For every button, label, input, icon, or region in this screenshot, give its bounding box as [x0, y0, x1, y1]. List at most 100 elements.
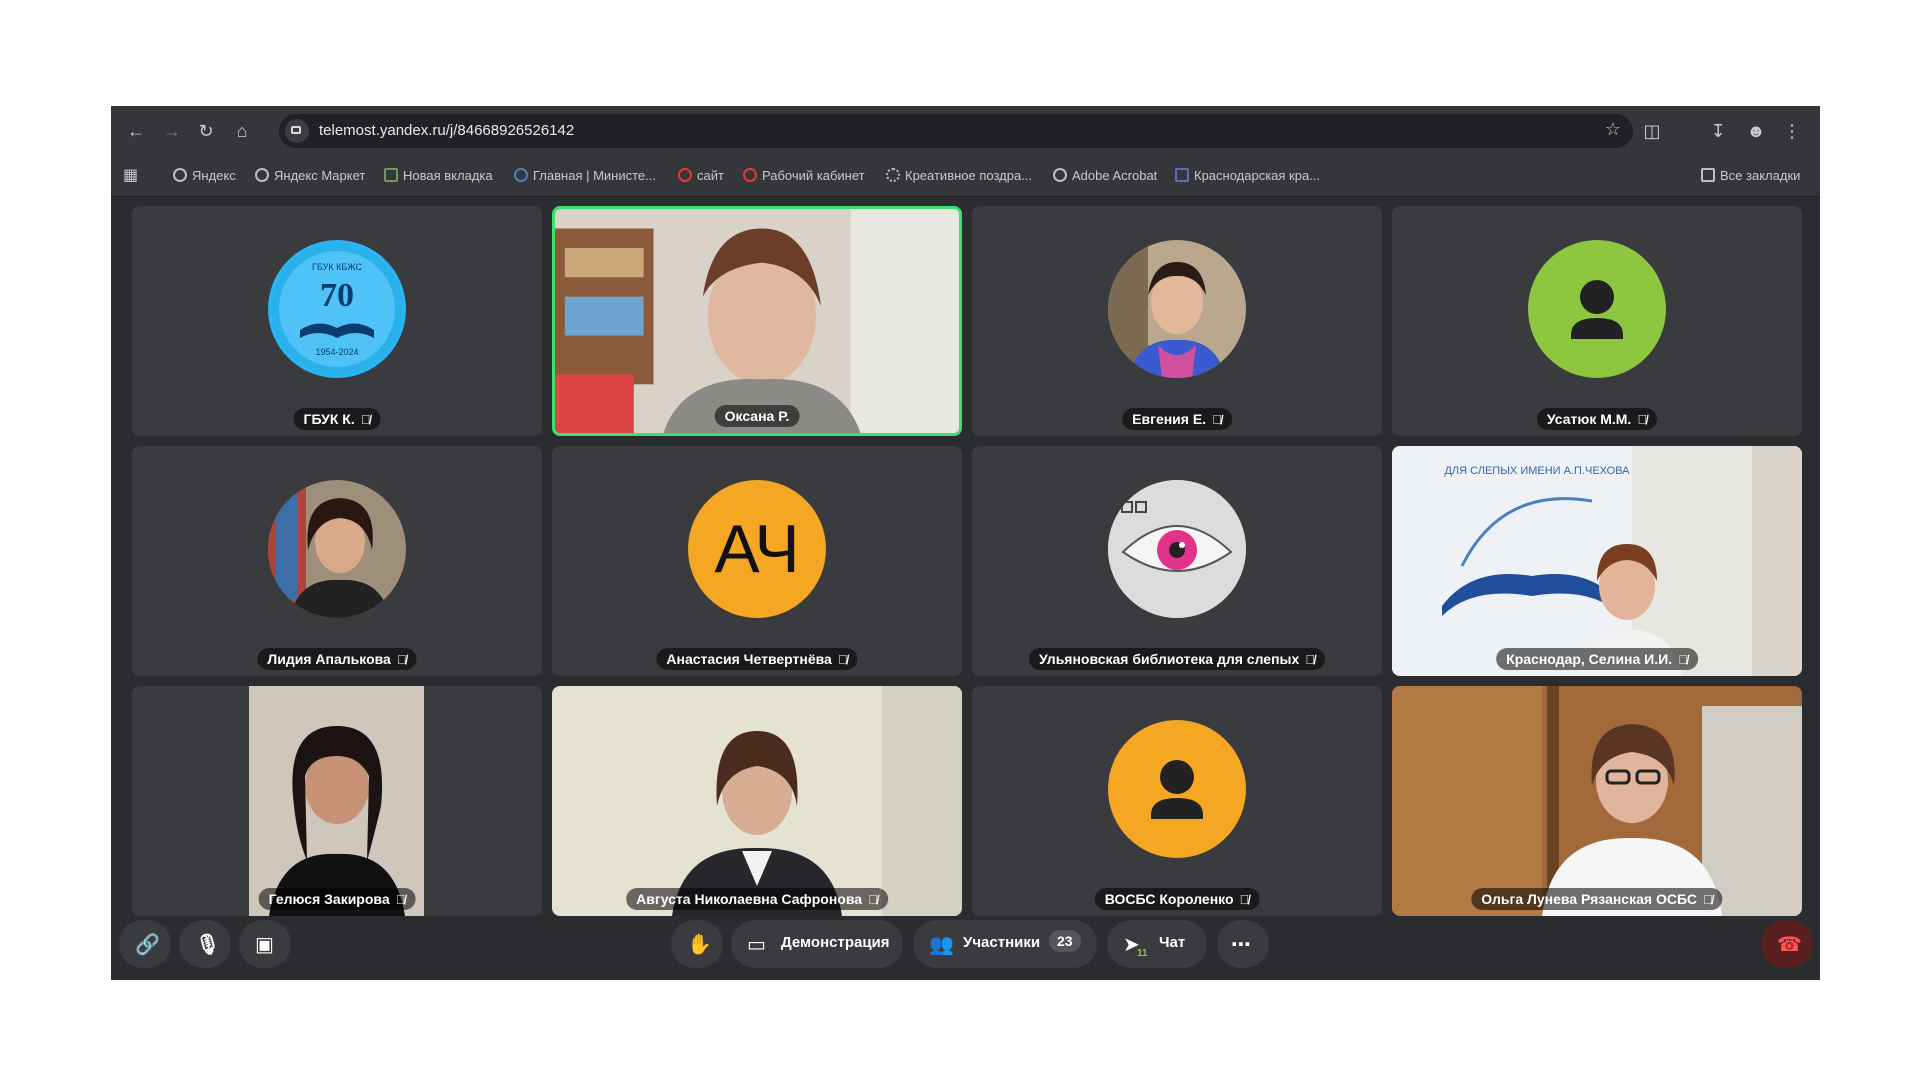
browser-window: ← → ↻ ⌂ telemost.yandex.ru/j/84668926526… — [111, 106, 1820, 980]
participant-name-tag: Ульяновская библиотека для слепых 🎙̸ — [1028, 648, 1326, 670]
url-text: telemost.yandex.ru/j/84668926526142 — [319, 122, 575, 139]
participant-name: Гелюся Закирова — [268, 891, 390, 907]
more-dots-icon: ⋯ — [1231, 934, 1251, 956]
video-feed — [552, 686, 962, 916]
screen-share-button[interactable]: ▭ Демонстрация — [731, 920, 903, 968]
chat-label: Чат — [1159, 934, 1186, 951]
participant-name-tag: Усатюк М.М. 🎙̸ — [1536, 408, 1658, 430]
participant-name: Ольга Лунева Рязанская ОСБС — [1481, 891, 1697, 907]
site-info-icon[interactable] — [285, 119, 309, 143]
participant-tile[interactable]: Усатюк М.М. 🎙̸ — [1392, 206, 1802, 436]
copy-link-button[interactable]: 🔗 — [119, 920, 171, 968]
screen-icon: ▭ — [747, 934, 766, 956]
avatar-initials-text: АЧ — [714, 511, 800, 587]
participant-tile[interactable]: ВОСБС Короленко 🎙̸ — [972, 686, 1382, 916]
raise-hand-button[interactable]: ✋ — [671, 920, 723, 968]
bookmark-creative[interactable]: Креативное поздра... — [886, 168, 1032, 183]
participant-tile-speaking[interactable]: Оксана Р. — [552, 206, 962, 436]
video-feed — [1392, 686, 1802, 916]
mic-muted-icon: 🎙̸ — [1678, 652, 1688, 667]
bookmark-label: Adobe Acrobat — [1072, 168, 1158, 183]
chat-button[interactable]: ➤ 11 Чат — [1107, 920, 1207, 968]
mic-muted-icon: 🎙̸ — [1702, 892, 1713, 907]
participant-name: ГБУК К. — [303, 411, 355, 427]
participant-name-tag: Гелюся Закирова 🎙̸ — [258, 888, 416, 910]
avatar-default — [1528, 240, 1666, 378]
participants-count-badge: 23 — [1049, 930, 1081, 952]
participant-tile[interactable]: Ульяновская библиотека для слепых 🎙̸ — [972, 446, 1382, 676]
logo-years: 1954-2024 — [315, 347, 358, 357]
participant-tile[interactable]: АЧ Анастасия Четвертнёва 🎙̸ — [552, 446, 962, 676]
mic-muted-icon: 🎙̸ — [396, 652, 407, 667]
user-icon — [1151, 760, 1203, 819]
participant-name-tag: Анастасия Четвертнёва 🎙̸ — [656, 648, 858, 670]
address-bar[interactable]: telemost.yandex.ru/j/84668926526142 ☆ — [279, 114, 1633, 148]
mic-muted-icon: 🎙̸ — [1305, 652, 1316, 667]
participant-tile[interactable]: Ольга Лунева Рязанская ОСБС 🎙̸ — [1392, 686, 1802, 916]
apps-grid-icon[interactable]: ▦ — [123, 165, 138, 185]
bookmark-yandex[interactable]: Яндекс — [173, 168, 236, 183]
avatar-default — [1108, 720, 1246, 858]
download-icon[interactable]: ↧ — [1705, 118, 1731, 144]
bookmark-cabinet[interactable]: Рабочий кабинет — [743, 168, 865, 183]
more-options-button[interactable]: ⋯ — [1217, 920, 1269, 968]
avatar-eye — [1108, 480, 1246, 618]
bookmark-new-tab[interactable]: Новая вкладка — [384, 168, 493, 183]
mic-off-icon: 🎙 — [195, 934, 221, 956]
all-bookmarks[interactable]: Все закладки — [1701, 168, 1800, 183]
bookmark-label: Краснодарская кра... — [1194, 168, 1321, 183]
screen-share-label: Демонстрация — [781, 934, 890, 951]
menu-dots-icon[interactable]: ⋮ — [1779, 118, 1805, 144]
anniversary-logo-icon: ГБУК КБЖС 70 1954-2024 — [271, 243, 403, 375]
bookmark-label: Яндекс Маркет — [274, 168, 366, 183]
participant-name: Ульяновская библиотека для слепых — [1038, 651, 1300, 667]
browser-toolbar: ← → ↻ ⌂ telemost.yandex.ru/j/84668926526… — [111, 106, 1820, 156]
participant-name: Августа Николаевна Сафронова — [636, 891, 863, 907]
participant-tile[interactable]: Гелюся Закирова 🎙̸ — [132, 686, 542, 916]
globe-icon — [255, 168, 269, 182]
sparkle-icon — [886, 168, 900, 182]
bookmarks-bar: ▦ Яндекс Яндекс Маркет Новая вкладка Гла… — [111, 156, 1820, 197]
person-photo — [268, 480, 406, 618]
participant-name-tag: Евгения Е. 🎙̸ — [1122, 408, 1232, 430]
microphone-toggle-button[interactable]: 🎙 — [179, 920, 231, 968]
back-icon[interactable]: ← — [123, 118, 149, 144]
participant-name-tag: ГБУК К. 🎙̸ — [293, 408, 381, 430]
chat-unread-badge: 11 — [1137, 948, 1148, 959]
bookmark-ministry[interactable]: Главная | Министе... — [514, 168, 656, 183]
forward-icon[interactable]: → — [159, 118, 185, 144]
mic-muted-icon: 🎙̸ — [837, 652, 848, 667]
extensions-icon[interactable]: ◫ — [1639, 118, 1665, 144]
bookmark-krasnodar[interactable]: Краснодарская кра... — [1175, 168, 1320, 183]
bookmark-label: сайт — [697, 168, 724, 183]
bookmark-acrobat[interactable]: Adobe Acrobat — [1053, 168, 1157, 183]
grid-icon — [384, 168, 398, 182]
bookmark-star-icon[interactable]: ☆ — [1605, 119, 1621, 140]
camera-toggle-button[interactable]: ▣ — [239, 920, 291, 968]
reload-icon[interactable]: ↻ — [193, 118, 219, 144]
participant-name-tag: Лидия Апалькова 🎙̸ — [257, 648, 417, 670]
bookmark-site[interactable]: сайт — [678, 168, 724, 183]
hang-up-button[interactable]: ☎ — [1761, 920, 1813, 968]
bookmark-label: Рабочий кабинет — [762, 168, 865, 183]
participant-tile[interactable]: Евгения Е. 🎙̸ — [972, 206, 1382, 436]
eye-icon — [1108, 480, 1246, 618]
bookmark-market[interactable]: Яндекс Маркет — [255, 168, 365, 183]
mic-muted-icon: 🎙̸ — [1212, 412, 1222, 427]
participant-name-tag: Августа Николаевна Сафронова 🎙̸ — [626, 888, 888, 910]
globe-icon — [1053, 168, 1067, 182]
hand-icon: ✋ — [687, 934, 712, 956]
participant-tile[interactable]: ДЛЯ СЛЕПЫХ ИМЕНИ А.П.ЧЕХОВА Краснодар, С… — [1392, 446, 1802, 676]
participant-tile[interactable]: Лидия Апалькова 🎙̸ — [132, 446, 542, 676]
logo-top-text: ГБУК КБЖС — [312, 262, 362, 272]
bookmark-label: Новая вкладка — [403, 168, 493, 183]
participant-name: Усатюк М.М. — [1546, 411, 1632, 427]
video-feed: ДЛЯ СЛЕПЫХ ИМЕНИ А.П.ЧЕХОВА — [1392, 446, 1802, 676]
person-photo — [1108, 240, 1246, 378]
profile-icon[interactable]: ☻ — [1743, 118, 1769, 144]
banner-text: ДЛЯ СЛЕПЫХ ИМЕНИ А.П.ЧЕХОВА — [1444, 465, 1630, 477]
participants-button[interactable]: 👥 Участники 23 — [913, 920, 1097, 968]
home-icon[interactable]: ⌂ — [229, 118, 255, 144]
participant-tile[interactable]: Августа Николаевна Сафронова 🎙̸ — [552, 686, 962, 916]
participant-tile[interactable]: ГБУК КБЖС 70 1954-2024 ГБУК К. 🎙̸ — [132, 206, 542, 436]
